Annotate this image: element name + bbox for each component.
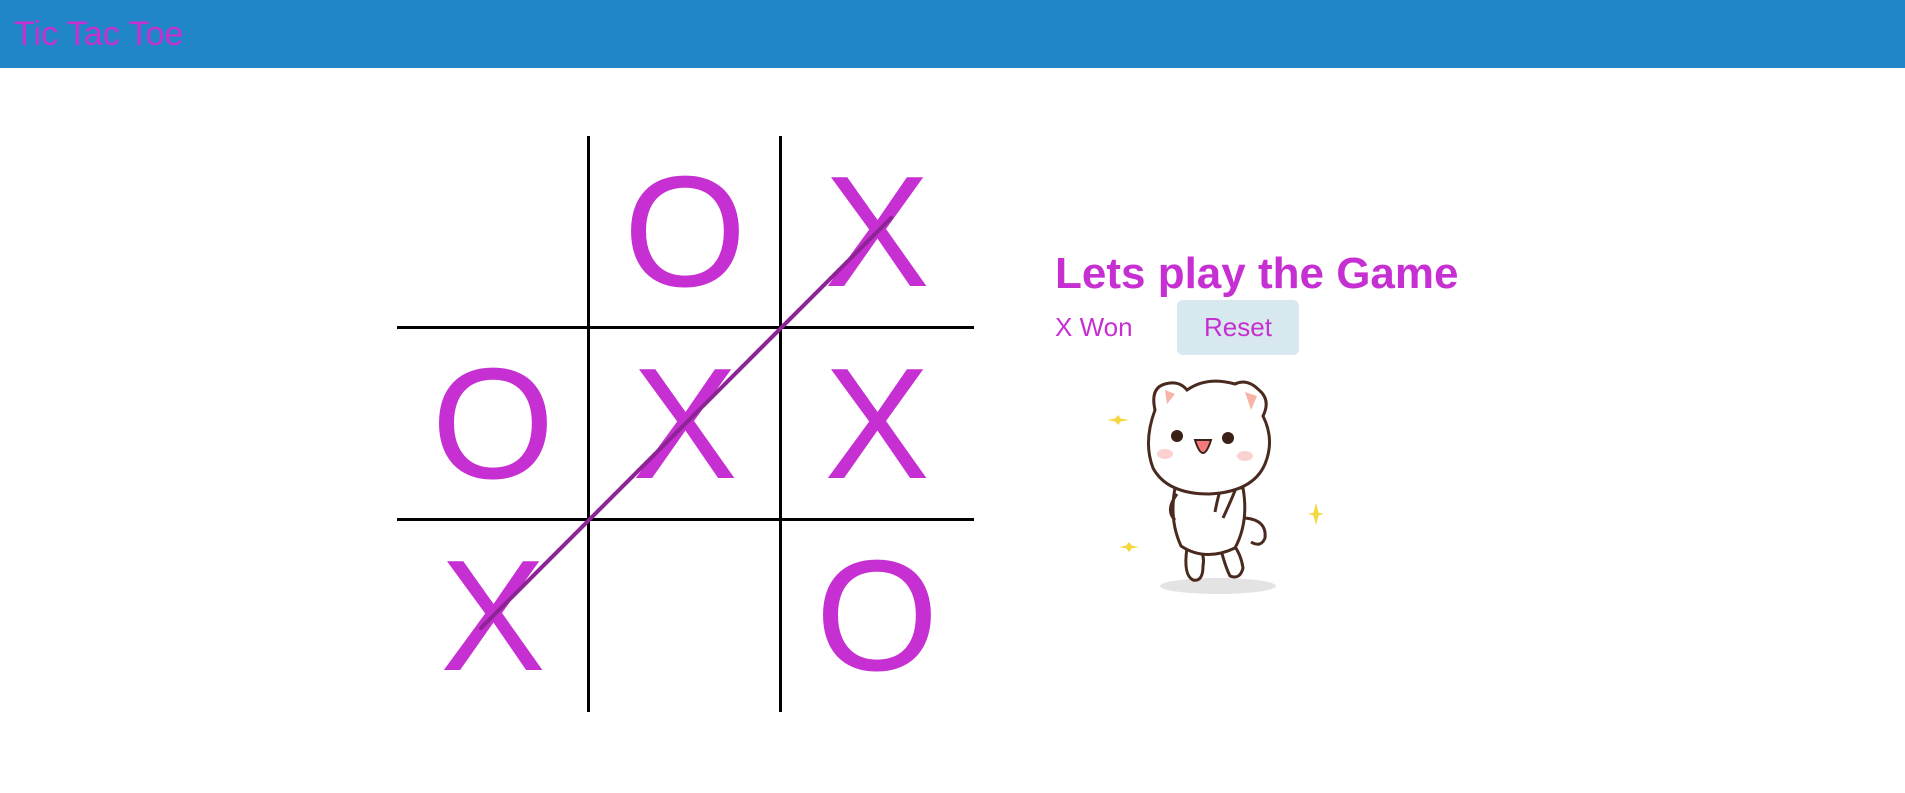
cell-mark: O — [431, 336, 555, 512]
grid-line-vertical-1 — [587, 136, 590, 712]
grid-line-horizontal-2 — [397, 518, 974, 521]
reset-button[interactable]: Reset — [1177, 300, 1299, 355]
board-cell-5[interactable]: X — [781, 328, 973, 520]
app-bar: Tic Tac Toe — [0, 0, 1905, 68]
cell-mark: X — [632, 336, 738, 512]
board-cell-7[interactable] — [589, 520, 781, 712]
grid-line-vertical-2 — [779, 136, 782, 712]
cell-mark: O — [623, 144, 747, 320]
app-title: Tic Tac Toe — [14, 15, 184, 53]
board-cell-0[interactable] — [397, 136, 589, 328]
board-cell-1[interactable]: O — [589, 136, 781, 328]
board-cell-3[interactable]: O — [397, 328, 589, 520]
cell-mark: O — [815, 528, 939, 704]
dancing-cat-icon — [1107, 379, 1324, 594]
cell-mark: X — [824, 144, 930, 320]
cell-mark: X — [824, 336, 930, 512]
board-cell-4[interactable]: X — [589, 328, 781, 520]
grid-line-horizontal-1 — [397, 326, 974, 329]
game-board: O X O X X X O — [397, 136, 974, 712]
board-cell-8[interactable]: O — [781, 520, 973, 712]
board-cell-2[interactable]: X — [781, 136, 973, 328]
status-row: X Won Reset — [1055, 300, 1355, 356]
game-status: X Won — [1055, 312, 1133, 342]
panel-title: Lets play the Game — [1055, 249, 1459, 298]
game-panel: Lets play the Game X Won Reset — [1055, 248, 1459, 355]
cell-mark: X — [440, 528, 546, 704]
board-cell-6[interactable]: X — [397, 520, 589, 712]
